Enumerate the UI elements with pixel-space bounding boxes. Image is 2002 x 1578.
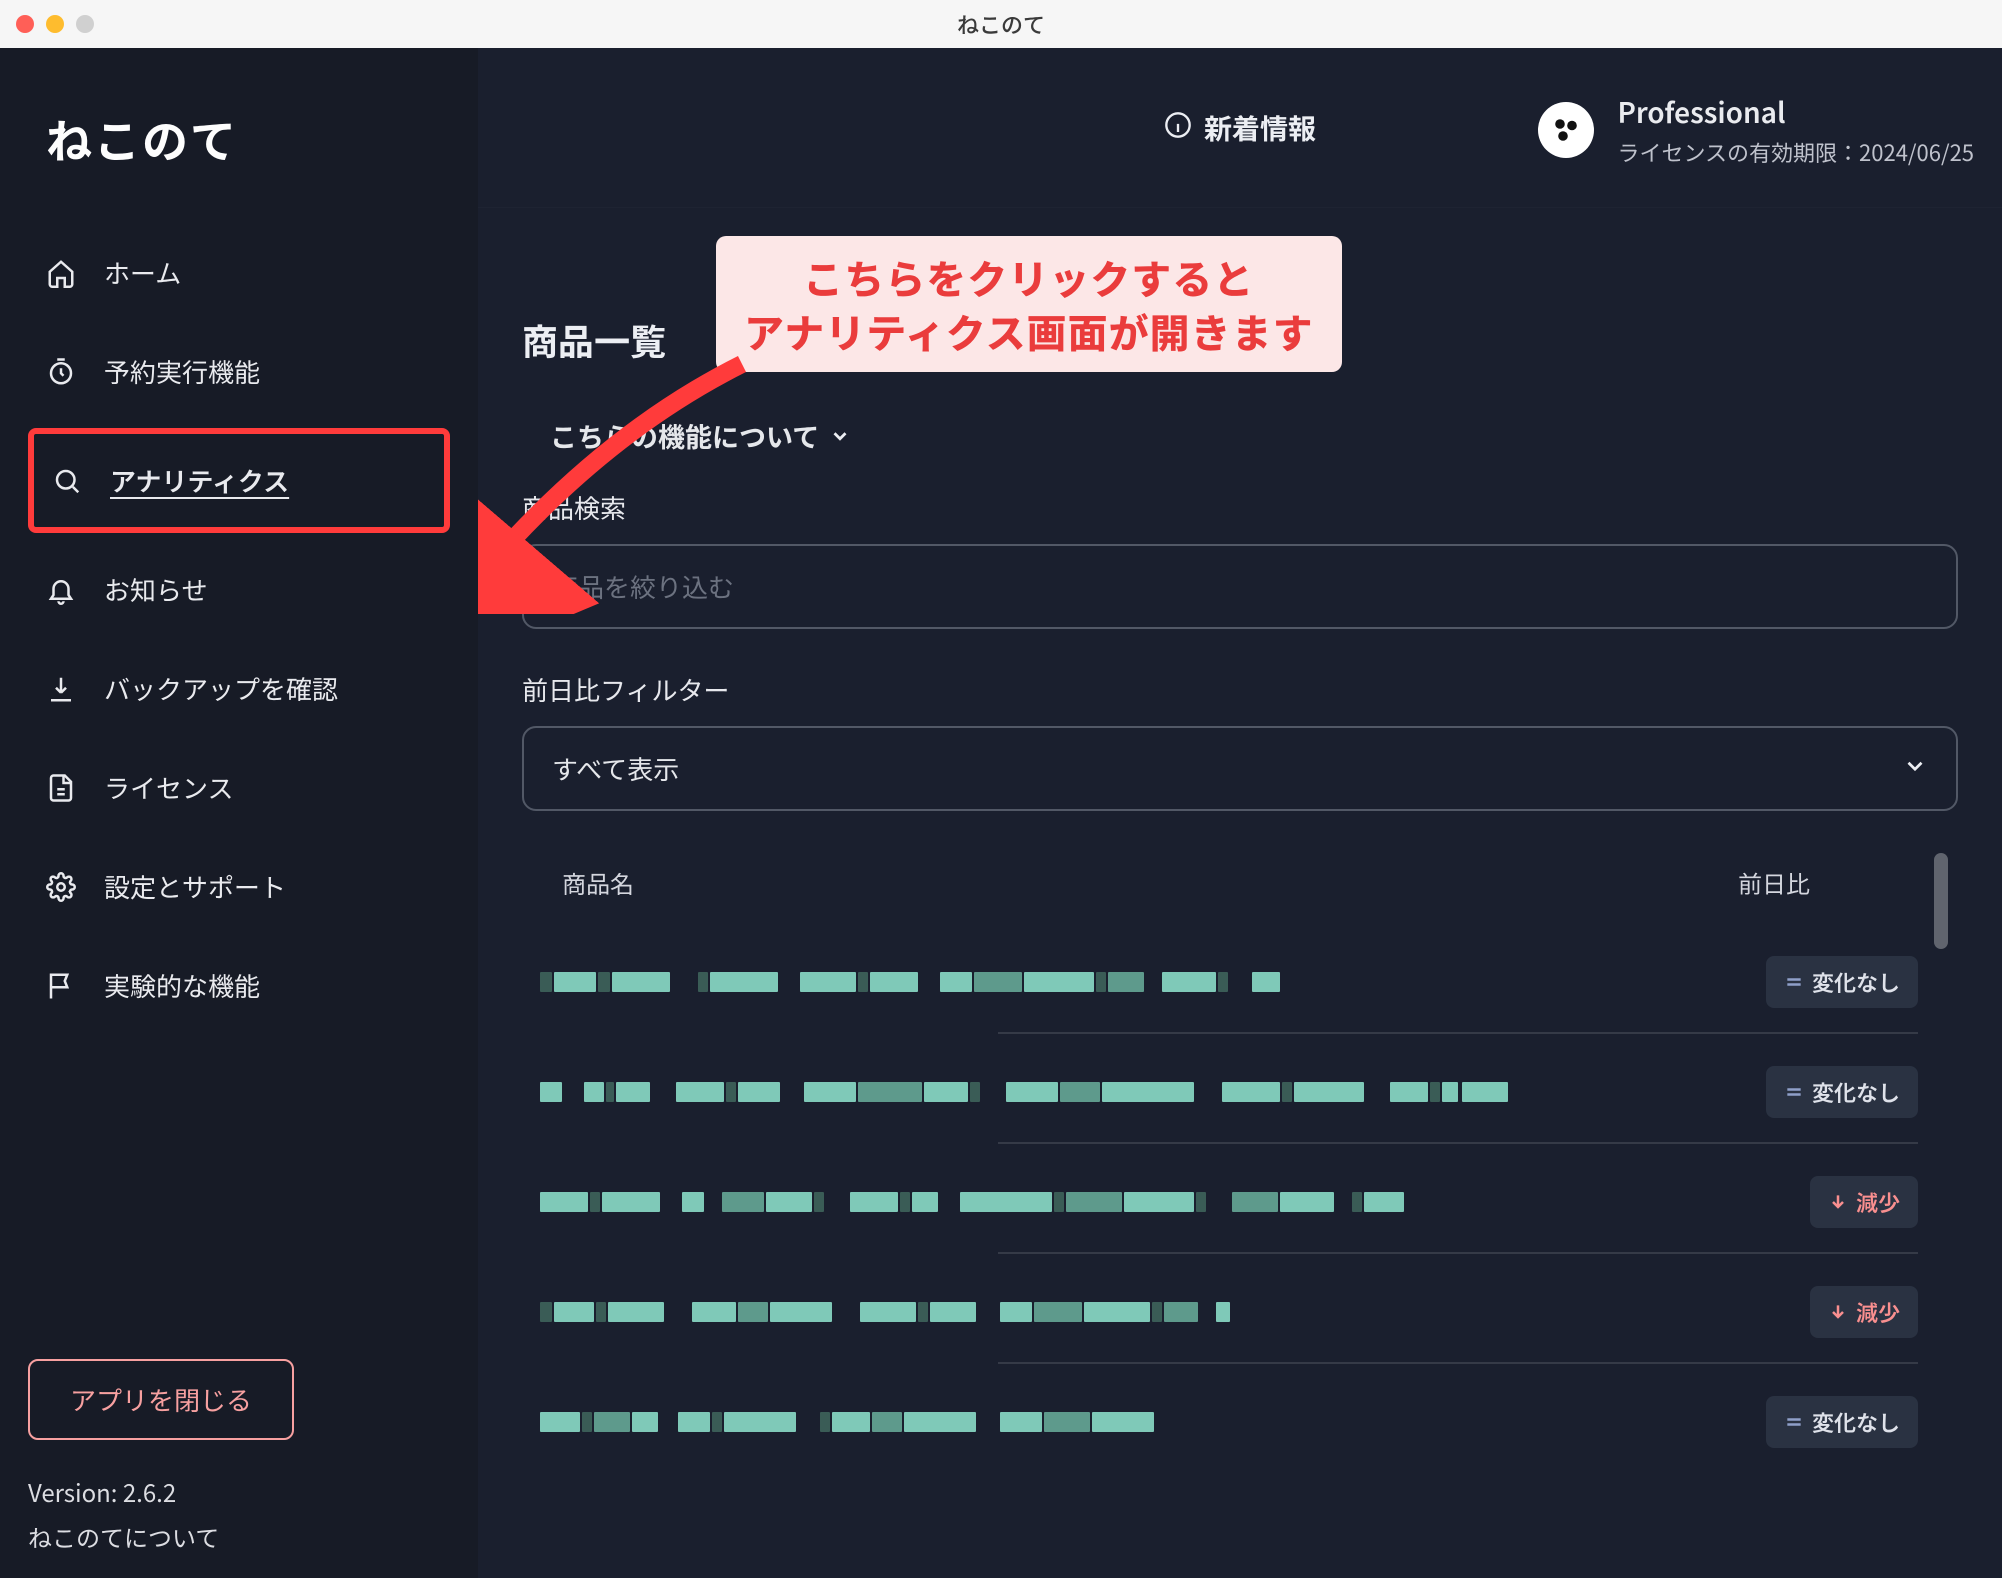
sidebar-item-notifications[interactable]: お知らせ <box>28 547 450 632</box>
flag-icon <box>46 971 76 1001</box>
close-app-button[interactable]: アプリを閉じる <box>28 1359 294 1440</box>
bell-icon <box>46 575 76 605</box>
version-label: Version: 2.6.2 <box>28 1474 450 1509</box>
license-tier: Professional <box>1618 92 1975 132</box>
news-link[interactable]: 新着情報 <box>1164 108 1316 148</box>
sidebar-item-settings[interactable]: 設定とサポート <box>28 844 450 929</box>
clock-icon <box>46 357 76 387</box>
annotation-line1: こちらをクリックすると <box>744 250 1314 304</box>
product-name-redacted <box>540 972 1742 992</box>
sidebar-item-experimental[interactable]: 実験的な機能 <box>28 943 450 1028</box>
product-name-redacted <box>540 1412 1742 1432</box>
about-feature-toggle[interactable]: こちらの機能について <box>550 416 1958 455</box>
home-icon <box>46 258 76 288</box>
filter-label: 前日比フィルター <box>522 671 1958 708</box>
chevron-down-icon <box>1902 750 1928 787</box>
sidebar-item-label: バックアップを確認 <box>104 670 338 707</box>
macos-titlebar: ねこのて <box>0 0 2002 48</box>
sidebar-item-label: ホーム <box>104 254 181 291</box>
table-row[interactable]: 減少 <box>522 1144 1958 1252</box>
page-title: 商品一覧 <box>522 314 1958 366</box>
window-title: ねこのて <box>0 8 2002 40</box>
sidebar-item-label: ライセンス <box>104 769 233 806</box>
scrollbar-thumb[interactable] <box>1934 853 1948 949</box>
table-row[interactable]: 変化なし <box>522 1364 1958 1472</box>
table-header: 商品名 前日比 <box>522 841 1958 924</box>
about-link[interactable]: ねこのてについて <box>28 1519 450 1554</box>
col-day-change: 前日比 <box>1738 865 1918 900</box>
license-expiry: ライセンスの有効期限：2024/06/25 <box>1618 136 1975 168</box>
sidebar-item-backup[interactable]: バックアップを確認 <box>28 646 450 731</box>
sidebar-item-label: 実験的な機能 <box>104 967 260 1004</box>
sidebar-item-reservation[interactable]: 予約実行機能 <box>28 329 450 414</box>
download-icon <box>46 674 76 704</box>
document-icon <box>46 773 76 803</box>
table-row[interactable]: 変化なし <box>522 924 1958 1032</box>
license-badge-icon <box>1538 102 1594 158</box>
day-change-filter-select[interactable]: すべて表示 <box>522 726 1958 811</box>
products-table: 商品名 前日比 <box>522 841 1958 1544</box>
change-badge-no-change: 変化なし <box>1766 1396 1918 1448</box>
about-feature-label: こちらの機能について <box>550 416 819 455</box>
product-name-redacted <box>540 1080 1742 1104</box>
sidebar-item-label: 設定とサポート <box>104 868 286 905</box>
news-label: 新着情報 <box>1204 108 1316 148</box>
info-icon <box>1164 108 1192 148</box>
col-product-name: 商品名 <box>562 865 1738 900</box>
change-badge-no-change: 変化なし <box>1766 956 1918 1008</box>
main-content: 新着情報 Professional ライセンスの有効期限：2024/06/25 … <box>478 48 2002 1578</box>
product-name-redacted <box>540 1302 1786 1322</box>
chevron-down-icon <box>829 416 851 455</box>
filter-selected-value: すべて表示 <box>552 750 679 787</box>
change-badge-decrease: 減少 <box>1810 1286 1918 1338</box>
window-zoom-button[interactable] <box>76 15 94 33</box>
product-search-input[interactable] <box>522 544 1958 629</box>
gear-icon <box>46 872 76 902</box>
sidebar-item-home[interactable]: ホーム <box>28 230 450 315</box>
sidebar-nav: ホーム 予約実行機能 アナリティクス お知らせ <box>28 230 450 1028</box>
window-close-button[interactable] <box>16 15 34 33</box>
search-icon <box>52 466 82 496</box>
search-label: 商品検索 <box>522 489 1958 526</box>
topbar: 新着情報 Professional ライセンスの有効期限：2024/06/25 <box>478 48 2002 208</box>
window-minimize-button[interactable] <box>46 15 64 33</box>
app-logo: ねこのて <box>46 106 450 172</box>
license-box[interactable]: Professional ライセンスの有効期限：2024/06/25 <box>1538 92 1975 168</box>
sidebar: ねこのて ホーム 予約実行機能 アナリティクス <box>0 48 478 1578</box>
sidebar-item-license[interactable]: ライセンス <box>28 745 450 830</box>
change-badge-decrease: 減少 <box>1810 1176 1918 1228</box>
sidebar-item-label: アナリティクス <box>110 462 289 499</box>
sidebar-item-analytics[interactable]: アナリティクス <box>28 428 450 533</box>
table-row[interactable]: 変化なし <box>522 1034 1958 1142</box>
sidebar-item-label: 予約実行機能 <box>104 353 260 390</box>
sidebar-item-label: お知らせ <box>104 571 207 608</box>
table-row[interactable]: 減少 <box>522 1254 1958 1362</box>
change-badge-no-change: 変化なし <box>1766 1066 1918 1118</box>
product-name-redacted <box>540 1192 1786 1212</box>
